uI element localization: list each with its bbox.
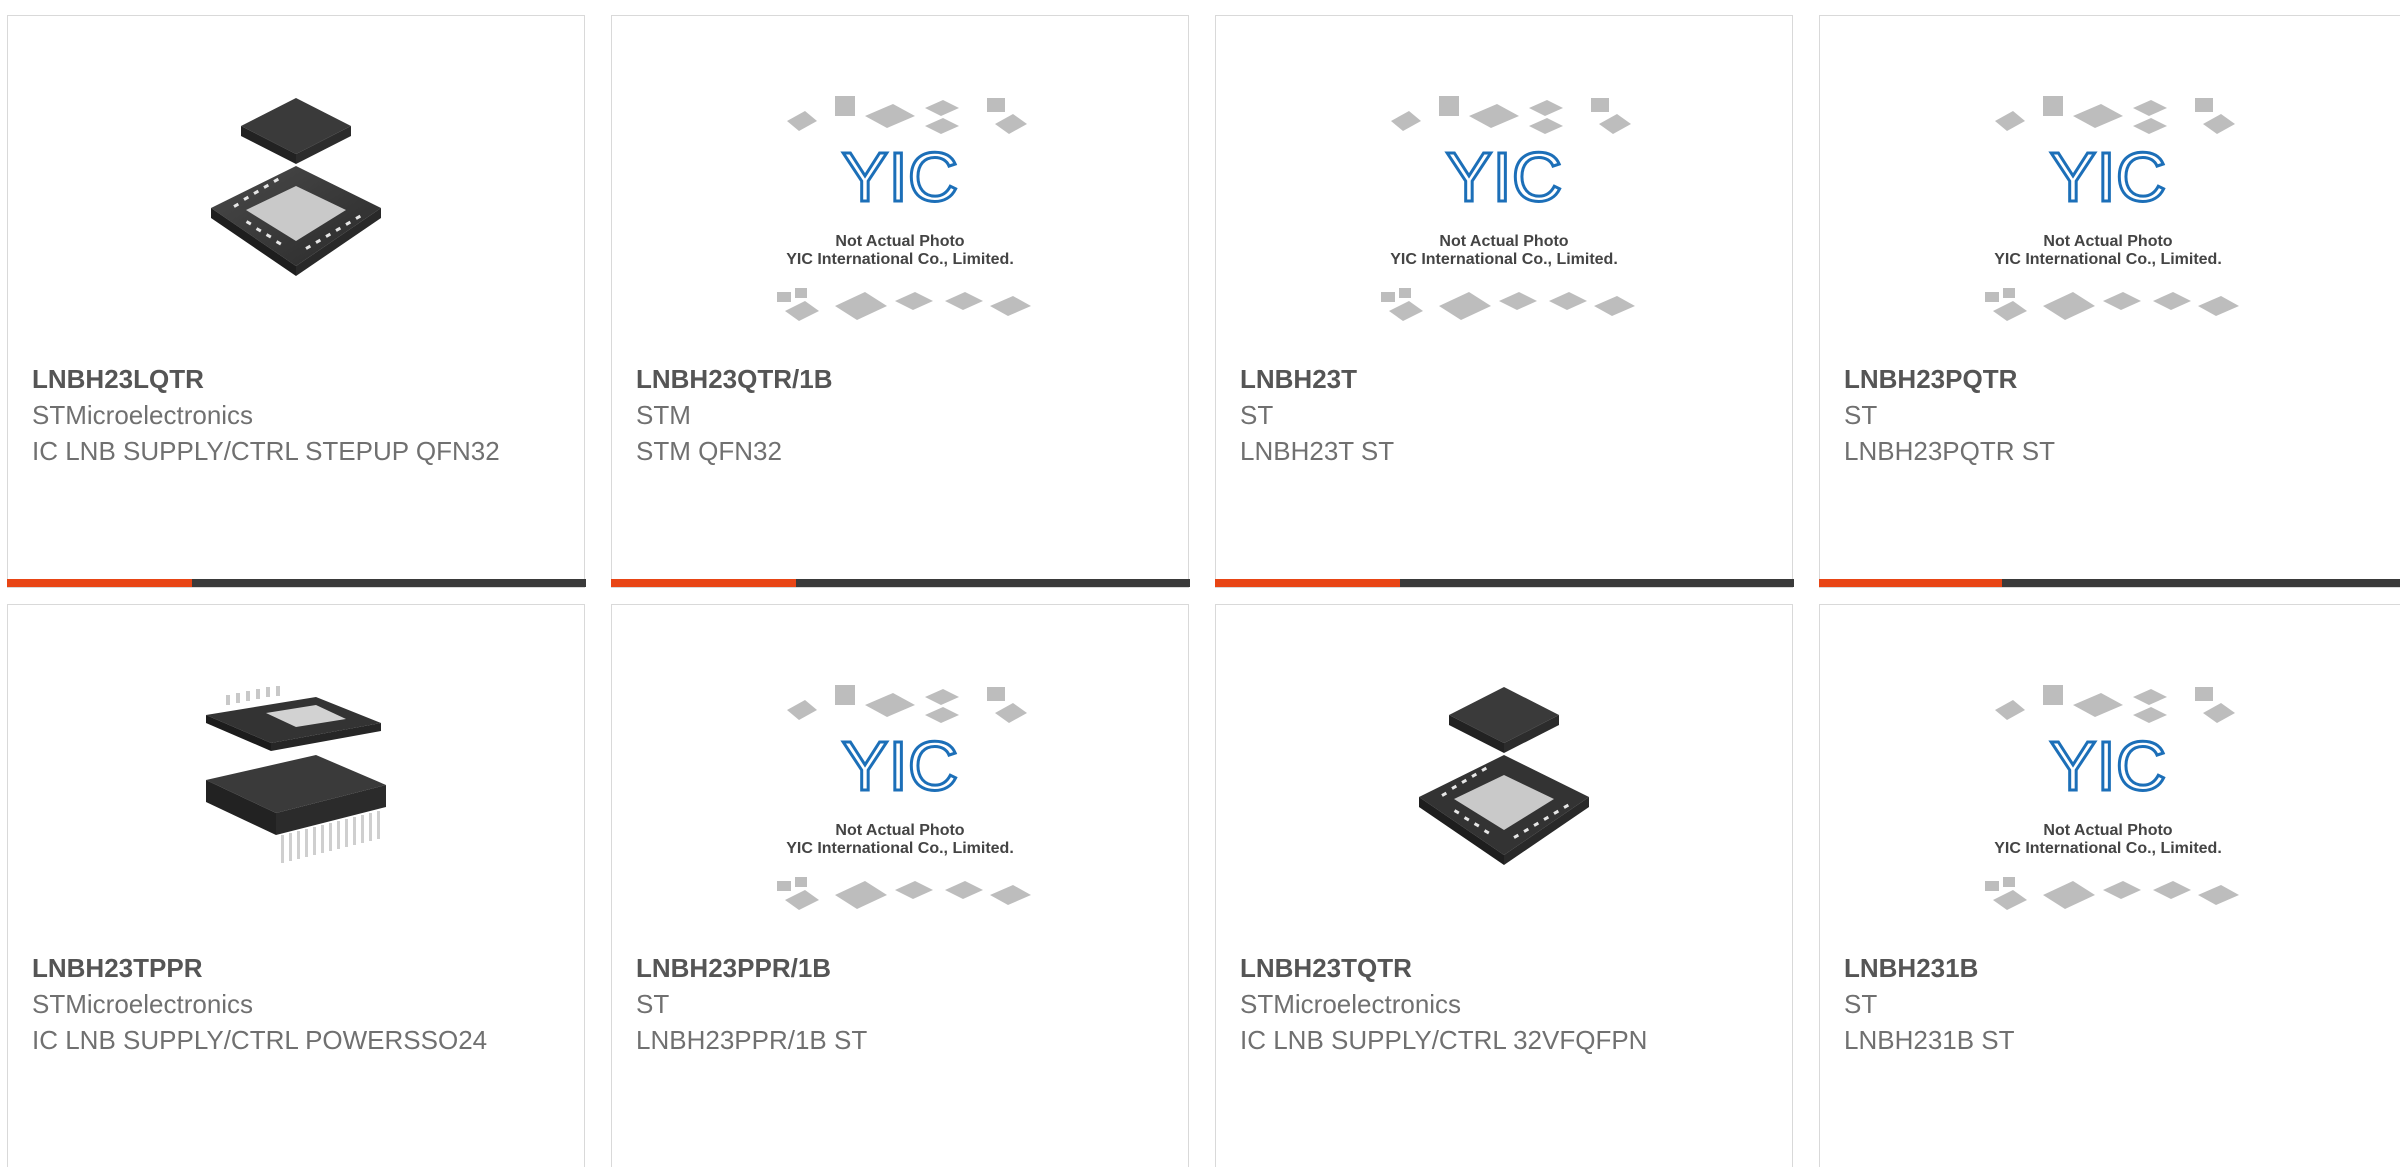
placeholder-line2: YIC International Co., Limited. [786, 251, 1014, 268]
qfn-chip-icon [1419, 687, 1589, 865]
product-card[interactable]: YIC Not Actual Photo YIC International C… [611, 604, 1189, 1167]
product-info: LNBH23QTR/1B STM STM QFN32 [636, 361, 1164, 469]
product-image[interactable]: YIC Not Actual Photo YIC International C… [1820, 96, 2396, 356]
product-card[interactable]: LNBH23TPPR STMicroelectronics IC LNB SUP… [7, 604, 585, 1167]
part-number[interactable]: LNBH23PQTR [1844, 361, 2384, 397]
placeholder-line1: Not Actual Photo [835, 822, 964, 839]
manufacturer: STMicroelectronics [32, 989, 254, 1019]
manufacturer: STMicroelectronics [1240, 989, 1462, 1019]
yic-logo-text: YIC [842, 138, 959, 216]
product-info: LNBH23T ST LNBH23T ST [1240, 361, 1768, 469]
product-image[interactable] [8, 96, 584, 356]
part-number[interactable]: LNBH23T [1240, 361, 1768, 397]
placeholder-line2: YIC International Co., Limited. [1390, 251, 1618, 268]
product-image[interactable]: YIC Not Actual Photo YIC International C… [612, 96, 1188, 356]
qfn-chip-icon [211, 98, 381, 276]
part-number[interactable]: LNBH23PPR/1B [636, 950, 1164, 986]
manufacturer: ST [1844, 400, 1878, 430]
card-bar-accent [610, 579, 796, 587]
part-number[interactable]: LNBH23LQTR [32, 361, 560, 397]
placeholder-line2: YIC International Co., Limited. [1994, 840, 2222, 857]
product-image[interactable]: YIC Not Actual Photo YIC International C… [1820, 685, 2396, 945]
placeholder-image-icon: YIC Not Actual Photo YIC International C… [1985, 96, 2239, 321]
card-bar-accent [6, 579, 192, 587]
description: IC LNB SUPPLY/CTRL POWERSSO24 [32, 1025, 488, 1055]
description: LNBH231B ST [1844, 1025, 2015, 1055]
product-card[interactable]: YIC Not Actual Photo YIC International C… [1214, 15, 1794, 588]
yic-logo-text: YIC [1446, 138, 1563, 216]
card-bottom-bar [6, 579, 586, 587]
product-info: LNBH23PQTR ST LNBH23PQTR ST [1844, 361, 2384, 469]
manufacturer: ST [1240, 400, 1274, 430]
product-info: LNBH23LQTR STMicroelectronics IC LNB SUP… [32, 361, 560, 469]
placeholder-image-icon: YIC Not Actual Photo YIC International C… [1985, 685, 2239, 910]
product-info: LNBH23TPPR STMicroelectronics IC LNB SUP… [32, 950, 560, 1058]
placeholder-line2: YIC International Co., Limited. [786, 840, 1014, 857]
card-bottom-bar [610, 579, 1190, 587]
part-number[interactable]: LNBH23QTR/1B [636, 361, 1164, 397]
card-bottom-bar [1818, 579, 2400, 587]
placeholder-image-icon: YIC Not Actual Photo YIC International C… [777, 685, 1031, 910]
placeholder-image-icon: YIC Not Actual Photo YIC International C… [777, 96, 1031, 321]
product-image[interactable]: YIC Not Actual Photo YIC International C… [612, 685, 1188, 945]
description: IC LNB SUPPLY/CTRL STEPUP QFN32 [32, 436, 500, 466]
placeholder-image-icon: YIC Not Actual Photo YIC International C… [1381, 96, 1635, 321]
placeholder-line1: Not Actual Photo [835, 233, 964, 250]
part-number[interactable]: LNBH23TQTR [1240, 950, 1768, 986]
placeholder-line1: Not Actual Photo [1439, 233, 1568, 250]
product-info: LNBH231B ST LNBH231B ST [1844, 950, 2384, 1058]
part-number[interactable]: LNBH23TPPR [32, 950, 560, 986]
product-info: LNBH23PPR/1B ST LNBH23PPR/1B ST [636, 950, 1164, 1058]
card-bar-accent [1818, 579, 2002, 587]
yic-logo-text: YIC [2050, 138, 2167, 216]
manufacturer: STMicroelectronics [32, 400, 254, 430]
placeholder-line1: Not Actual Photo [2043, 822, 2172, 839]
manufacturer: STM [636, 400, 691, 430]
placeholder-line1: Not Actual Photo [2043, 233, 2172, 250]
product-image[interactable] [1216, 685, 1792, 945]
placeholder-line2: YIC International Co., Limited. [1994, 251, 2222, 268]
product-card[interactable]: YIC Not Actual Photo YIC International C… [1818, 15, 2400, 588]
product-card[interactable]: YIC Not Actual Photo YIC International C… [610, 15, 1190, 588]
description: STM QFN32 [636, 436, 782, 466]
product-card[interactable]: YIC Not Actual Photo YIC International C… [1819, 604, 2400, 1167]
description: LNBH23PPR/1B ST [636, 1025, 868, 1055]
yic-logo-text: YIC [2050, 727, 2167, 805]
product-image[interactable]: YIC Not Actual Photo YIC International C… [1216, 96, 1792, 356]
product-image[interactable] [8, 685, 584, 945]
product-card[interactable]: LNBH23TQTR STMicroelectronics IC LNB SUP… [1215, 604, 1793, 1167]
manufacturer: ST [1844, 989, 1878, 1019]
description: LNBH23PQTR ST [1844, 436, 2055, 466]
part-number[interactable]: LNBH231B [1844, 950, 2384, 986]
card-bottom-bar [1214, 579, 1794, 587]
product-card[interactable]: LNBH23LQTR STMicroelectronics IC LNB SUP… [6, 15, 586, 588]
yic-logo-text: YIC [842, 727, 959, 805]
product-grid: LNBH23LQTR STMicroelectronics IC LNB SUP… [0, 0, 2400, 1167]
product-info: LNBH23TQTR STMicroelectronics IC LNB SUP… [1240, 950, 1768, 1058]
card-bar-accent [1214, 579, 1400, 587]
manufacturer: ST [636, 989, 670, 1019]
description: LNBH23T ST [1240, 436, 1395, 466]
powersso-chip-icon [206, 686, 386, 863]
description: IC LNB SUPPLY/CTRL 32VFQFPN [1240, 1025, 1648, 1055]
